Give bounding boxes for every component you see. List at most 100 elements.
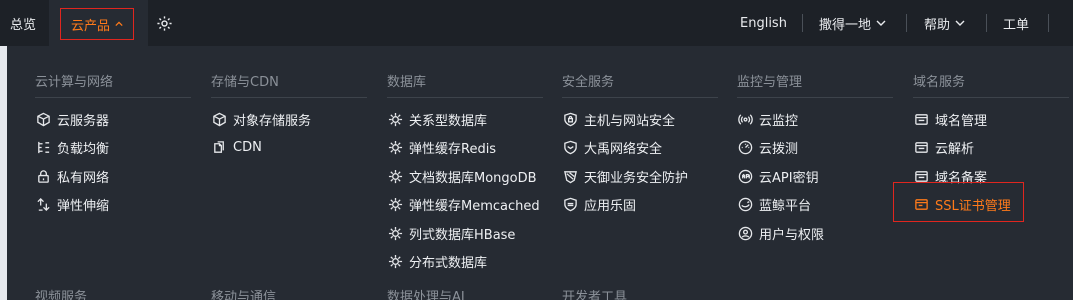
column-title: 视频服务 xyxy=(35,290,88,300)
ssl-highlight-box xyxy=(893,182,1024,222)
chevron-down-icon xyxy=(955,20,965,26)
api-icon xyxy=(737,168,753,184)
menu-item-label: 对象存储服务 xyxy=(233,113,312,129)
language-switch[interactable]: English xyxy=(740,0,787,46)
menu-item-label: 分布式数据库 xyxy=(409,256,488,272)
menu-item[interactable]: 云服务器 xyxy=(35,105,191,134)
menu-item[interactable]: 主机与网站安全 xyxy=(562,105,718,134)
menu-item[interactable]: 云解析 xyxy=(913,134,1069,163)
menu-item[interactable]: CDN xyxy=(211,134,367,163)
menu-item-label: 大禹网络安全 xyxy=(584,142,663,158)
menu-item-label: 文档数据库MongoDB xyxy=(409,170,537,186)
menu-item-label: 私有网络 xyxy=(57,170,110,186)
column-title: 数据库 xyxy=(387,75,427,90)
menu-item[interactable]: 弹性伸缩 xyxy=(35,191,191,220)
menu-item[interactable]: 云API密钥 xyxy=(737,162,893,191)
column-title: 开发者工具 xyxy=(562,290,628,300)
nav-products-tab[interactable]: 云产品 xyxy=(49,0,148,46)
menu-item-label: 关系型数据库 xyxy=(409,113,488,129)
column-title: 监控与管理 xyxy=(737,75,803,90)
menu-item[interactable]: 蓝鲸平台 xyxy=(737,191,893,220)
domain-icon xyxy=(913,140,929,156)
menu-item[interactable]: 应用乐固 xyxy=(562,191,718,220)
products-label: 云产品 xyxy=(70,18,110,34)
top-navigation-bar: 总览 云产品 English 撒得一地 帮助 工单 xyxy=(0,0,1073,46)
menu-item[interactable]: 分布式数据库 xyxy=(387,248,543,277)
shield-icon xyxy=(562,140,578,156)
db-icon xyxy=(387,225,403,241)
cdn-icon xyxy=(211,140,227,156)
menu-item-label: CDN xyxy=(233,140,262,156)
menu-item[interactable]: 域名管理 xyxy=(913,105,1069,134)
account-label: 撒得一地 xyxy=(819,17,872,33)
products-menu-button[interactable]: 云产品 xyxy=(60,8,134,40)
db-icon xyxy=(387,197,403,213)
menu-item[interactable]: 私有网络 xyxy=(35,162,191,191)
gear-icon xyxy=(157,15,172,31)
signal-icon xyxy=(737,111,753,127)
menu-item-label: 列式数据库HBase xyxy=(409,227,516,243)
menu-item[interactable]: 关系型数据库 xyxy=(387,105,543,134)
column-title: 云计算与网络 xyxy=(35,75,114,90)
gauge-icon xyxy=(737,140,753,156)
ticket-link[interactable]: 工单 xyxy=(1003,0,1029,46)
menu-item[interactable]: 云拨测 xyxy=(737,134,893,163)
menu-item-label: 用户与权限 xyxy=(759,227,825,243)
background-page-strip xyxy=(0,46,7,300)
menu-item[interactable]: 文档数据库MongoDB xyxy=(387,162,543,191)
menu-item-label: 负载均衡 xyxy=(57,142,110,158)
menu-column: 监控与管理云监控云拨测云API密钥 蓝鲸平台用户与权限 xyxy=(737,46,893,248)
menu-item-label: 云拨测 xyxy=(759,142,799,158)
help-menu[interactable]: 帮助 xyxy=(924,0,965,46)
column-title: 安全服务 xyxy=(562,75,615,90)
menu-column: 数据库关系型数据库 弹性缓存Redis 文档数据库MongoDB 弹性缓存Memcac… xyxy=(387,46,543,276)
nav-overview[interactable]: 总览 xyxy=(10,0,36,46)
account-menu[interactable]: 撒得一地 xyxy=(819,0,886,46)
menu-item-label: 弹性缓存Memcached xyxy=(409,199,540,215)
db-icon xyxy=(387,111,403,127)
menu-item-label: 云监控 xyxy=(759,113,799,129)
db-icon xyxy=(387,140,403,156)
balance-icon xyxy=(35,140,51,156)
menu-item[interactable]: 天御业务安全防护 xyxy=(562,162,718,191)
menu-item[interactable]: 列式数据库HBase xyxy=(387,219,543,248)
shield-lock-icon xyxy=(562,111,578,127)
menu-item[interactable]: 负载均衡 xyxy=(35,134,191,163)
whale-icon xyxy=(737,197,753,213)
divider xyxy=(906,14,907,32)
menu-column: 存储与CDN 对象存储服务 CDN xyxy=(211,46,367,162)
app-shield-icon xyxy=(562,197,578,213)
menu-item-label: 弹性伸缩 xyxy=(57,199,110,215)
column-title: 存储与CDN xyxy=(211,75,279,90)
db-icon xyxy=(387,168,403,184)
menu-item-label: 弹性缓存Redis xyxy=(409,142,497,158)
user-icon xyxy=(737,225,753,241)
menu-item-label: 云API密钥 xyxy=(759,170,819,186)
menu-item-label: 域名管理 xyxy=(935,113,988,129)
menu-item-label: 应用乐固 xyxy=(584,199,637,215)
divider xyxy=(802,14,803,32)
menu-item[interactable]: 对象存储服务 xyxy=(211,105,367,134)
lock-icon xyxy=(35,168,51,184)
column-divider xyxy=(211,97,367,98)
divider xyxy=(986,14,987,32)
column-title: 数据处理与AI xyxy=(387,290,465,300)
menu-item[interactable]: 云监控 xyxy=(737,105,893,134)
menu-item[interactable]: 弹性缓存Redis xyxy=(387,134,543,163)
help-label: 帮助 xyxy=(924,17,951,33)
menu-item-label: 蓝鲸平台 xyxy=(759,199,812,215)
menu-item-label: 云服务器 xyxy=(57,113,110,129)
cube-icon xyxy=(35,111,51,127)
menu-item-label: 云解析 xyxy=(935,142,975,158)
menu-item[interactable]: 大禹网络安全 xyxy=(562,134,718,163)
chevron-up-icon xyxy=(115,21,123,27)
menu-item-label: 天御业务安全防护 xyxy=(584,170,689,186)
column-divider xyxy=(562,97,718,98)
settings-button[interactable] xyxy=(156,0,173,46)
menu-item[interactable]: 弹性缓存Memcached xyxy=(387,191,543,220)
column-divider xyxy=(737,97,893,98)
column-title: 域名服务 xyxy=(913,75,966,90)
db-icon xyxy=(387,254,403,270)
menu-item[interactable]: 用户与权限 xyxy=(737,219,893,248)
column-title: 移动与通信 xyxy=(211,290,277,300)
